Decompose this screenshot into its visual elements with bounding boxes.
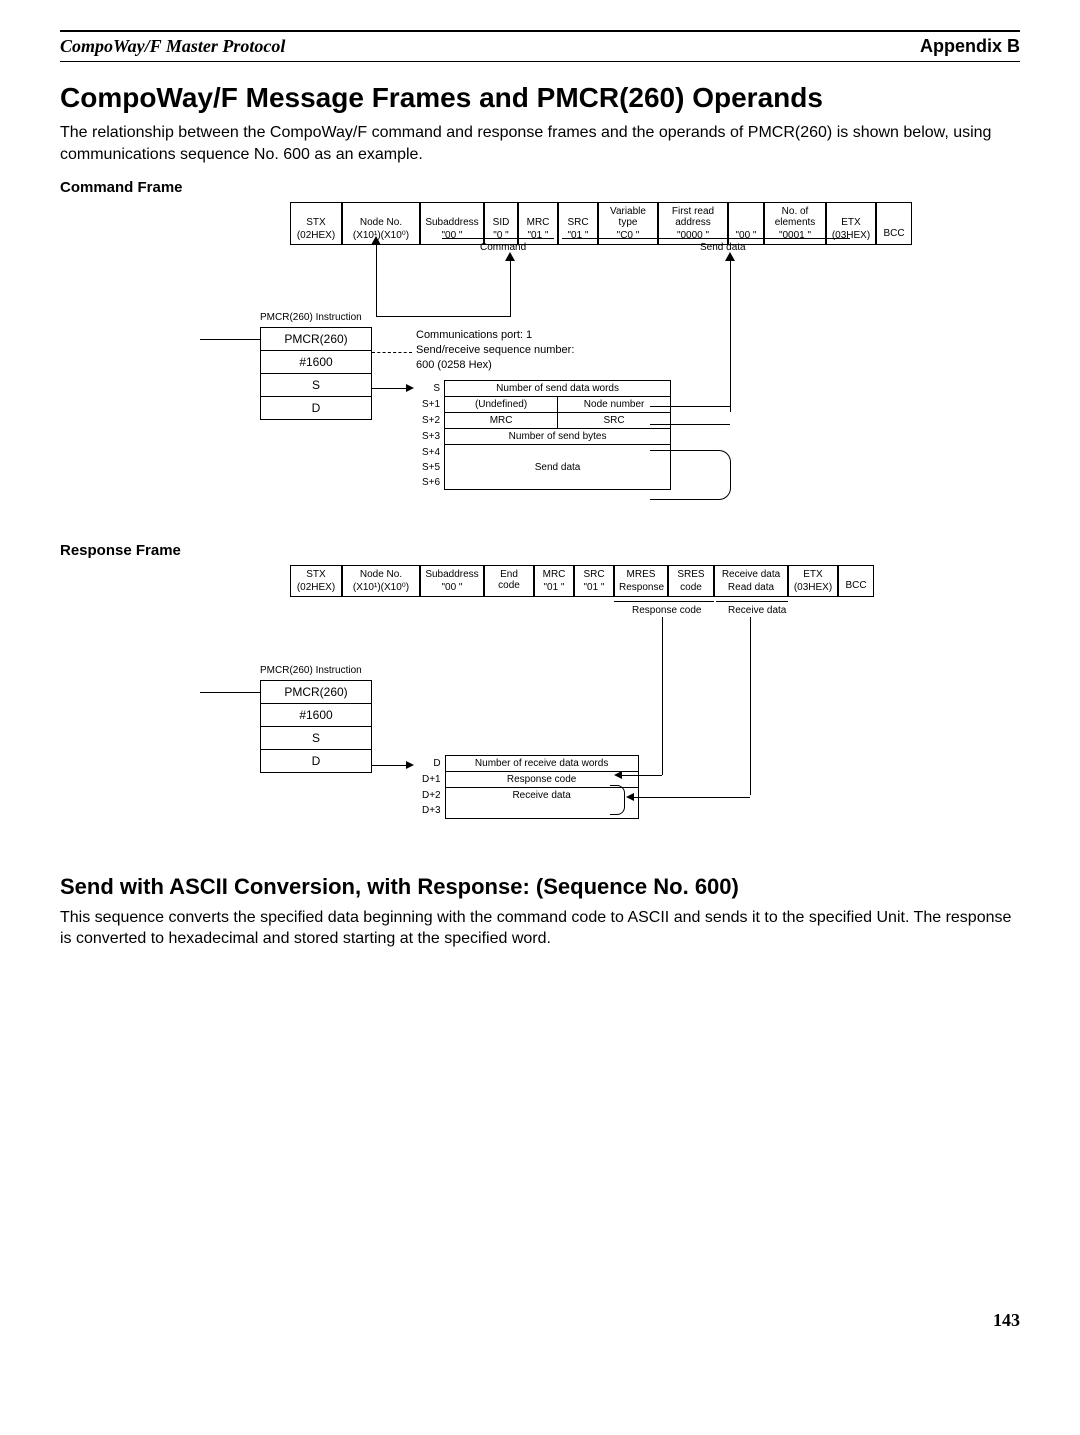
frame-cell: SREScode	[668, 565, 714, 597]
frame-cell: STX(02HEX)	[290, 202, 342, 245]
frame-cell: MRC"01 "	[534, 565, 574, 597]
under-label-command: Command	[480, 242, 526, 253]
header-left: CompoWay/F Master Protocol	[60, 36, 285, 57]
command-operand-table: SNumber of send data wordsS+1(Undefined)…	[416, 380, 671, 490]
frame-cell: Node No.(X10¹)(X10⁰)	[342, 565, 420, 597]
response-operand-table: DNumber of receive data wordsD+1Response…	[416, 755, 639, 819]
instr-row: S	[261, 374, 371, 397]
under-label-respcode: Response code	[632, 605, 702, 616]
frame-cell: STX(02HEX)	[290, 565, 342, 597]
instr-row: #1600	[261, 704, 371, 727]
response-frame-cells: STX(02HEX)Node No.(X10¹)(X10⁰)Subaddress…	[290, 565, 990, 597]
frame-cell: BCC	[876, 202, 912, 245]
pmcr-label-2: PMCR(260) Instruction	[260, 665, 362, 676]
header-right: Appendix B	[920, 36, 1020, 57]
pmcr-label: PMCR(260) Instruction	[260, 312, 362, 323]
instr-row: D	[261, 397, 371, 419]
command-frame-heading: Command Frame	[60, 179, 1020, 196]
frame-cell: BCC	[838, 565, 874, 597]
section-title: CompoWay/F Message Frames and PMCR(260) …	[60, 82, 1020, 114]
response-frame-heading: Response Frame	[60, 542, 1020, 559]
instr-row: PMCR(260)	[261, 681, 371, 704]
section-intro: The relationship between the CompoWay/F …	[60, 122, 1020, 165]
page-header: CompoWay/F Master Protocol Appendix B	[60, 34, 1020, 62]
page-number: 143	[60, 1310, 1020, 1331]
pmcr-instruction-box: PMCR(260)#1600SD	[260, 327, 372, 420]
frame-cell: ETX(03HEX)	[788, 565, 838, 597]
frame-cell: Node No.(X10¹)(X10⁰)	[342, 202, 420, 245]
frame-cell: Receive dataRead data	[714, 565, 788, 597]
frame-cell: End code	[484, 565, 534, 597]
under-label-senddata: Send data	[700, 242, 746, 253]
under-label-recv: Receive data	[728, 605, 786, 616]
section2-title: Send with ASCII Conversion, with Respons…	[60, 873, 1020, 901]
instr-row: #1600	[261, 351, 371, 374]
pmcr-instruction-box-2: PMCR(260)#1600SD	[260, 680, 372, 773]
frame-cell: SRC"01 "	[574, 565, 614, 597]
command-note: Communications port: 1 Send/receive sequ…	[416, 328, 574, 373]
section2-body: This sequence converts the specified dat…	[60, 907, 1020, 950]
instr-row: D	[261, 750, 371, 772]
instr-row: S	[261, 727, 371, 750]
frame-cell: Subaddress"00 "	[420, 565, 484, 597]
instr-row: PMCR(260)	[261, 328, 371, 351]
frame-cell: MRESResponse	[614, 565, 668, 597]
